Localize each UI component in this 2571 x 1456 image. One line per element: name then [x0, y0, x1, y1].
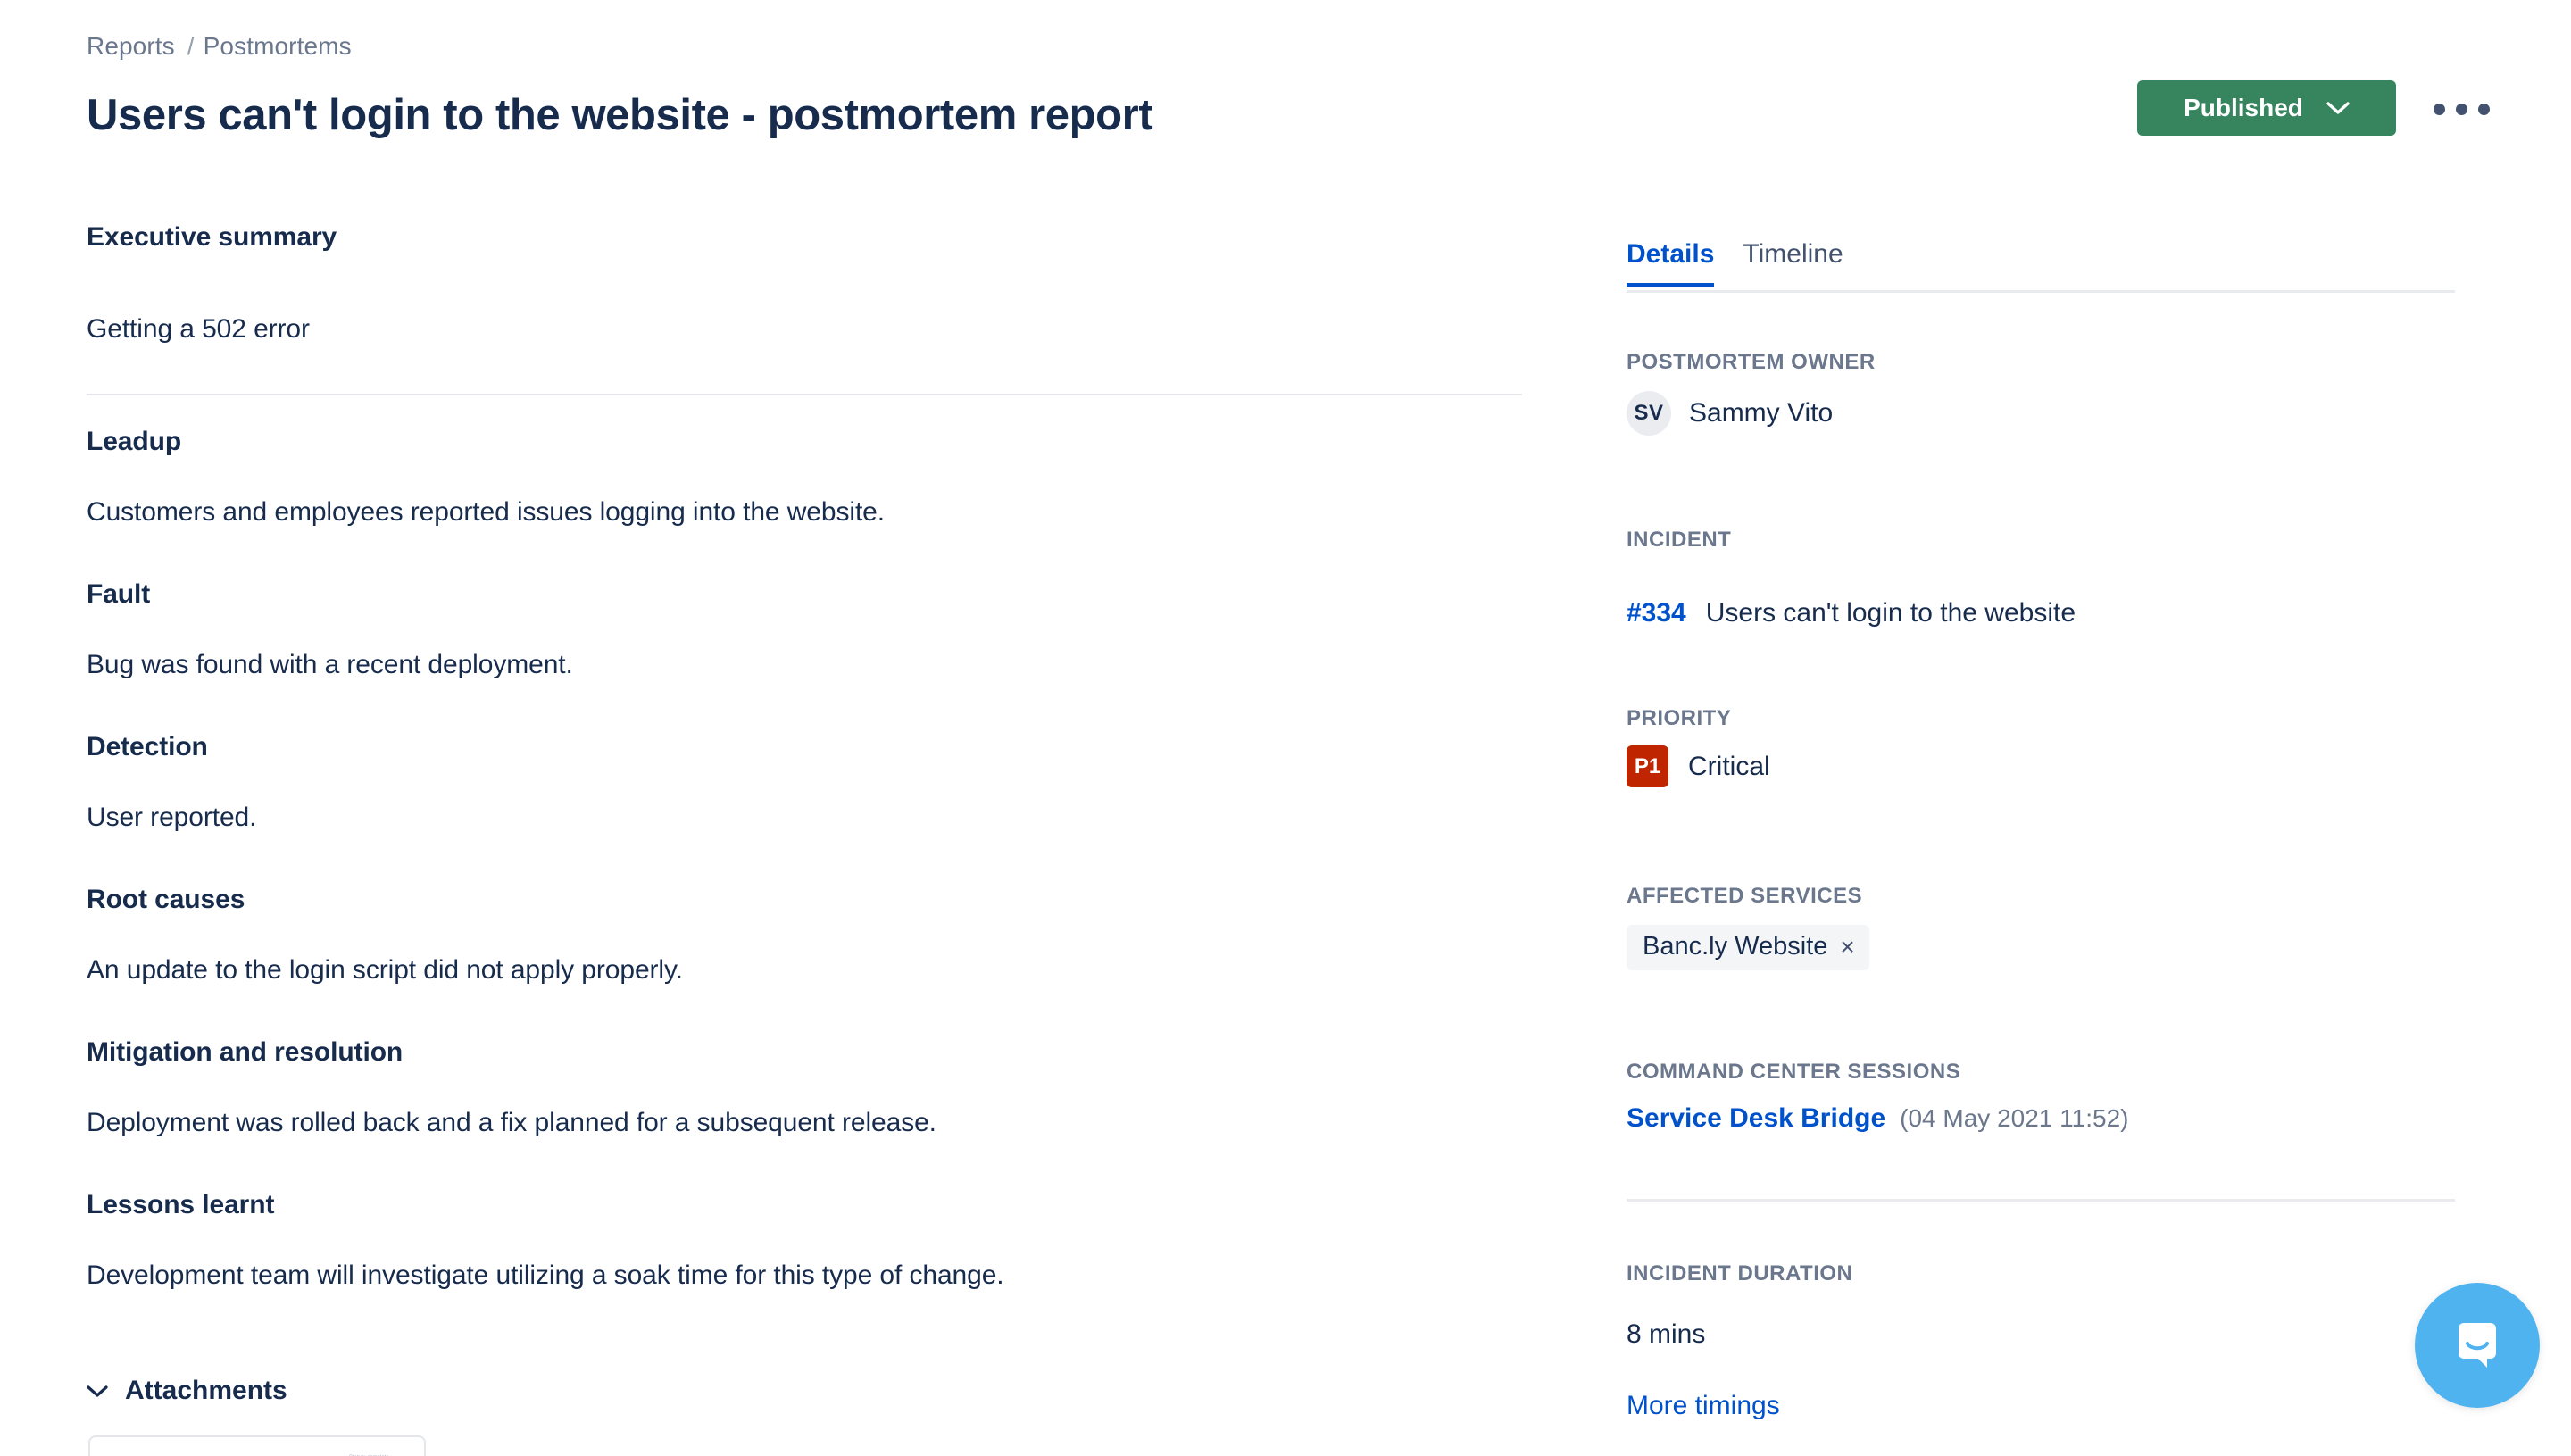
section-heading: Leadup [87, 427, 181, 457]
tab-details[interactable]: Details [1627, 239, 1714, 287]
page-title: Users can't login to the website - postm… [87, 90, 1152, 140]
service-chip-label: Banc.ly Website [1643, 932, 1827, 961]
service-chip[interactable]: Banc.ly Website × [1627, 925, 1869, 970]
field-command-center-sessions: Command center sessions [1627, 1060, 1960, 1085]
section-body: User reported. [87, 803, 256, 833]
more-timings-link-wrap: More timings [1627, 1391, 1780, 1421]
priority-value: P1 Critical [1627, 745, 1770, 787]
section-heading: Fault [87, 579, 150, 610]
section-heading: Root causes [87, 885, 245, 915]
section-fault: Fault [87, 579, 150, 610]
section-heading: Executive summary [87, 222, 337, 253]
chat-widget-button[interactable] [2415, 1283, 2540, 1408]
sidebar-tabs: Details Timeline [1627, 239, 1872, 287]
section-body: Development team will investigate utiliz… [87, 1260, 1004, 1291]
breadcrumb-separator: / [187, 32, 195, 61]
section-lessons-learnt: Lessons learnt [87, 1190, 274, 1220]
field-label: Postmortem owner [1627, 350, 1876, 375]
sidebar-divider [1627, 1199, 2455, 1202]
breadcrumb-item-postmortems[interactable]: Postmortems [204, 32, 352, 61]
section-executive-summary-body: Getting a 502 error [87, 314, 310, 345]
section-heading: Detection [87, 732, 208, 762]
field-incident-duration: Incident duration [1627, 1261, 1852, 1286]
incident-duration-value: 8 mins [1627, 1319, 1705, 1350]
published-status-button[interactable]: Published [2137, 80, 2396, 136]
field-label: Affected services [1627, 884, 1862, 909]
tabs-rule [1627, 290, 2455, 293]
section-detection: Detection [87, 732, 208, 762]
more-timings-link[interactable]: More timings [1627, 1391, 1780, 1420]
section-leadup-body: Customers and employees reported issues … [87, 497, 885, 528]
tab-timeline[interactable]: Timeline [1743, 239, 1843, 287]
priority-name: Critical [1688, 752, 1770, 782]
field-affected-services: Affected services [1627, 884, 1862, 909]
section-mitigation: Mitigation and resolution [87, 1037, 403, 1068]
chevron-down-icon [87, 1385, 108, 1398]
section-heading: Lessons learnt [87, 1190, 274, 1220]
attachments-title: Attachments [125, 1376, 287, 1406]
field-priority: Priority [1627, 706, 1731, 731]
owner-name: Sammy Vito [1689, 398, 1833, 428]
field-label: Incident duration [1627, 1261, 1852, 1286]
section-executive-summary: Executive summary [87, 222, 337, 253]
section-lessons-learnt-body: Development team will investigate utiliz… [87, 1260, 1004, 1291]
section-body: Customers and employees reported issues … [87, 497, 885, 528]
section-detection-body: User reported. [87, 803, 256, 833]
section-body: Bug was found with a recent deployment. [87, 650, 573, 680]
close-icon[interactable]: × [1840, 933, 1854, 961]
section-body: An update to the login script did not ap… [87, 955, 683, 986]
field-label: Priority [1627, 706, 1731, 731]
avatar: SV [1627, 391, 1671, 436]
chevron-down-icon [2326, 101, 2350, 115]
section-root-causes: Root causes [87, 885, 245, 915]
affected-services-value: Banc.ly Website × [1627, 925, 1869, 970]
chat-bubble-icon [2446, 1314, 2509, 1377]
section-body: Deployment was rolled back and a fix pla… [87, 1108, 936, 1138]
ellipsis-icon [2478, 104, 2490, 115]
section-heading: Mitigation and resolution [87, 1037, 403, 1068]
incident-summary: Users can't login to the website [1706, 598, 2076, 628]
incident-value: #334 Users can't login to the website [1627, 598, 2076, 628]
section-root-causes-body: An update to the login script did not ap… [87, 955, 683, 986]
breadcrumb-item-reports[interactable]: Reports [87, 32, 175, 61]
session-timestamp: (04 May 2021 11:52) [1900, 1104, 2128, 1133]
section-body: Getting a 502 error [87, 314, 310, 345]
more-actions-button[interactable] [2421, 94, 2501, 124]
postmortem-report-page: Reports / Postmortems Users can't login … [0, 0, 2571, 1456]
ellipsis-icon [2456, 104, 2467, 115]
section-divider [87, 394, 1522, 395]
attachments-toggle[interactable]: Attachments [87, 1376, 287, 1406]
section-leadup: Leadup [87, 427, 181, 457]
priority-badge: P1 [1627, 745, 1668, 787]
attachment-thumbnail-card[interactable]: Post incident analysis Status: complete [88, 1435, 426, 1456]
command-center-sessions-value: Service Desk Bridge (04 May 2021 11:52) [1627, 1103, 2128, 1134]
field-incident: Incident [1627, 528, 1731, 553]
session-link[interactable]: Service Desk Bridge [1627, 1103, 1885, 1134]
field-label: Incident [1627, 528, 1731, 553]
published-status-label: Published [2184, 94, 2303, 122]
section-fault-body: Bug was found with a recent deployment. [87, 650, 573, 680]
field-label: Command center sessions [1627, 1060, 1960, 1085]
postmortem-owner-value: SV Sammy Vito [1627, 391, 1833, 436]
incident-key-link[interactable]: #334 [1627, 598, 1686, 628]
incident-duration-text: 8 mins [1627, 1319, 1705, 1350]
field-postmortem-owner: Postmortem owner [1627, 350, 1876, 375]
breadcrumb: Reports / Postmortems [87, 32, 352, 61]
section-mitigation-body: Deployment was rolled back and a fix pla… [87, 1108, 936, 1138]
ellipsis-icon [2434, 104, 2445, 115]
